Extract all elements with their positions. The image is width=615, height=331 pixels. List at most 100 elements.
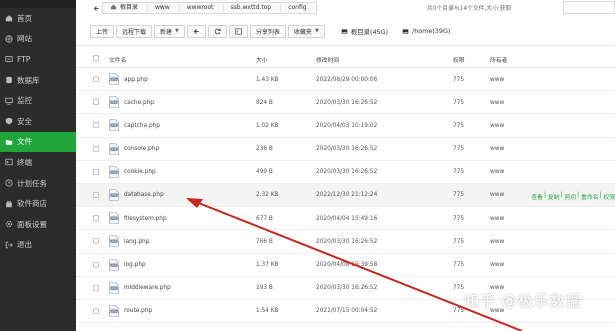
back-button[interactable] xyxy=(90,2,102,14)
row-checkbox[interactable] xyxy=(93,284,99,291)
cell-name[interactable]: captcha.php xyxy=(124,123,160,129)
table-row[interactable]: php captcha.php 1.02 KB 2020/04/03 10:19:02… xyxy=(76,114,615,138)
sidebar-item-4[interactable]: 监控 xyxy=(0,90,76,111)
row-action-link[interactable]: 权限 xyxy=(603,192,615,201)
row-action-link[interactable]: 剪切 xyxy=(564,192,576,201)
action-separator: | xyxy=(577,192,580,199)
folder-icon xyxy=(5,138,13,146)
cell-owner: www xyxy=(490,76,505,83)
sidebar-item-label: 数据库 xyxy=(17,75,40,85)
sidebar-item-8[interactable]: 计划任务 xyxy=(0,173,76,194)
table-row[interactable]: php app.php 1.43 KB 2022/08/29 00:00:06 775 w… xyxy=(76,68,615,92)
cell-name[interactable]: console.php xyxy=(124,146,159,152)
table-row[interactable]: php cache.php 824 B 2020/03/30 16:26:52 775 w… xyxy=(76,91,615,115)
table-row[interactable]: php lang.php 766 B 2020/03/30 16:26:52 775 ww… xyxy=(76,230,615,254)
table-row[interactable]: php database.php 2.32 KB 2022/12/30 21:12:2… xyxy=(76,183,615,208)
row-checkbox[interactable] xyxy=(93,307,99,314)
disk-root[interactable]: 根目录(45G) xyxy=(341,27,388,36)
terminal-icon xyxy=(5,158,13,166)
row-checkbox[interactable] xyxy=(93,191,99,198)
refresh-button[interactable] xyxy=(207,24,227,38)
remote-download-button[interactable]: 远程下载 xyxy=(116,24,153,38)
header-size[interactable]: 大小 xyxy=(256,55,268,64)
cell-date: 2020/03/30 16:26:52 xyxy=(316,169,378,176)
sidebar-item-9[interactable]: 软件商店 xyxy=(0,193,76,214)
table-row[interactable]: php log.php 1.37 KB 2020/04/08 15:39:58 775 w… xyxy=(76,254,615,277)
sidebar-item-label: 网站 xyxy=(17,34,32,44)
row-checkbox[interactable] xyxy=(93,145,99,152)
breadcrumb-config[interactable]: config xyxy=(281,3,315,13)
sidebar-item-3[interactable]: 数据库 xyxy=(0,70,76,91)
cell-name[interactable]: cookie.php xyxy=(124,169,156,175)
header-perm[interactable]: 权限 xyxy=(453,55,465,64)
cell-perm: 775 xyxy=(453,76,465,83)
row-action-link[interactable]: 重命名 xyxy=(581,192,598,201)
new-button[interactable]: 新建 ▼ xyxy=(154,24,185,38)
sidebar-item-6[interactable]: 文件 xyxy=(0,131,76,153)
cell-date: 2020/04/04 15:49:16 xyxy=(316,215,378,222)
cell-size: 499 B xyxy=(256,169,273,176)
disk-home[interactable]: /home(39G) xyxy=(402,27,450,35)
select-all-checkbox[interactable] xyxy=(93,55,99,61)
sidebar-item-7[interactable]: 终端 xyxy=(0,152,76,173)
row-action-link[interactable]: 查看 xyxy=(531,192,543,201)
share-list-button[interactable]: 分享列表 xyxy=(249,24,286,38)
cell-name[interactable]: cache.php xyxy=(124,100,154,106)
cell-size: 677 B xyxy=(256,215,273,222)
cell-date: 2020/03/30 16:26:52 xyxy=(316,99,378,106)
row-checkbox[interactable] xyxy=(93,168,99,175)
cell-owner: www xyxy=(490,215,505,222)
php-file-icon: php xyxy=(109,142,119,155)
header-date[interactable]: 修改时间 xyxy=(316,55,339,64)
sidebar-item-5[interactable]: 安全 xyxy=(0,111,76,132)
terminal-button[interactable] xyxy=(228,24,248,38)
cell-name[interactable]: lang.php xyxy=(124,239,149,245)
table-row[interactable]: php console.php 236 B 2020/03/30 16:26:52 77… xyxy=(76,138,615,161)
php-file-icon: php xyxy=(109,165,119,178)
cell-name[interactable]: middleware.php xyxy=(124,285,171,291)
row-action-link[interactable]: 复制 xyxy=(548,192,560,201)
cell-size: 193 B xyxy=(256,285,273,292)
row-checkbox[interactable] xyxy=(93,76,99,82)
cell-size: 766 B xyxy=(256,238,273,245)
sidebar-menu: 首页网站 FTP 数据库监控 安全 文件终端计划任务 软件商店 面板设置 退出 xyxy=(0,8,76,255)
sidebar-item-11[interactable]: 退出 xyxy=(0,235,76,256)
sidebar-item-0[interactable]: 首页 xyxy=(0,8,76,29)
sidebar-item-1[interactable]: 网站 xyxy=(0,29,76,50)
favorites-button[interactable]: 收藏夹 ▼ xyxy=(287,24,325,38)
row-checkbox[interactable] xyxy=(93,99,99,106)
home-icon xyxy=(110,4,117,10)
row-checkbox[interactable] xyxy=(93,261,99,268)
table-row[interactable]: php cookie.php 499 B 2020/03/30 16:26:52 775… xyxy=(76,161,615,184)
sidebar-item-2[interactable]: FTP xyxy=(0,49,76,70)
row-checkbox[interactable] xyxy=(93,215,99,222)
disk-root-label: 根目录(45G) xyxy=(350,27,389,36)
row-checkbox[interactable] xyxy=(93,122,99,129)
breadcrumb-site[interactable]: ssb.wxttd.top xyxy=(224,3,282,13)
header-name[interactable]: 文件名 xyxy=(109,55,126,64)
svg-text:php: php xyxy=(112,170,117,174)
new-button-label: 新建 xyxy=(160,28,173,36)
cell-date: 2020/04/03 10:19:02 xyxy=(316,122,378,129)
cell-name[interactable]: app.php xyxy=(124,77,148,83)
cell-owner: www xyxy=(490,262,505,268)
file-search-input[interactable] xyxy=(563,1,615,14)
table-row[interactable]: php filesystem.php 677 B 2020/04/04 15:49:1… xyxy=(76,207,615,231)
cell-date: 2020/03/30 16:26:52 xyxy=(316,285,378,292)
back-dir-button[interactable] xyxy=(186,24,206,38)
breadcrumb-wwwroot[interactable]: wwwroot xyxy=(180,3,224,13)
cell-name[interactable]: database.php xyxy=(124,192,164,198)
header-owner[interactable]: 所有者 xyxy=(490,55,507,64)
sidebar-item-label: 终端 xyxy=(17,157,32,167)
row-checkbox[interactable] xyxy=(93,238,99,245)
upload-button[interactable]: 上传 xyxy=(90,24,115,38)
cell-date: 2020/04/08 15:39:58 xyxy=(316,262,378,268)
cell-name[interactable]: filesystem.php xyxy=(124,216,167,222)
breadcrumb-www[interactable]: www xyxy=(148,3,180,13)
cell-name[interactable]: route.php xyxy=(124,308,152,314)
cell-perm: 775 xyxy=(453,122,465,129)
row-actions: 查看 | 复制 | 剪切 | 重命名 | 权限 xyxy=(530,192,615,201)
cell-name[interactable]: log.php xyxy=(124,262,146,268)
breadcrumb-root[interactable]: 根目录 xyxy=(103,3,149,13)
sidebar-item-10[interactable]: 面板设置 xyxy=(0,214,76,235)
